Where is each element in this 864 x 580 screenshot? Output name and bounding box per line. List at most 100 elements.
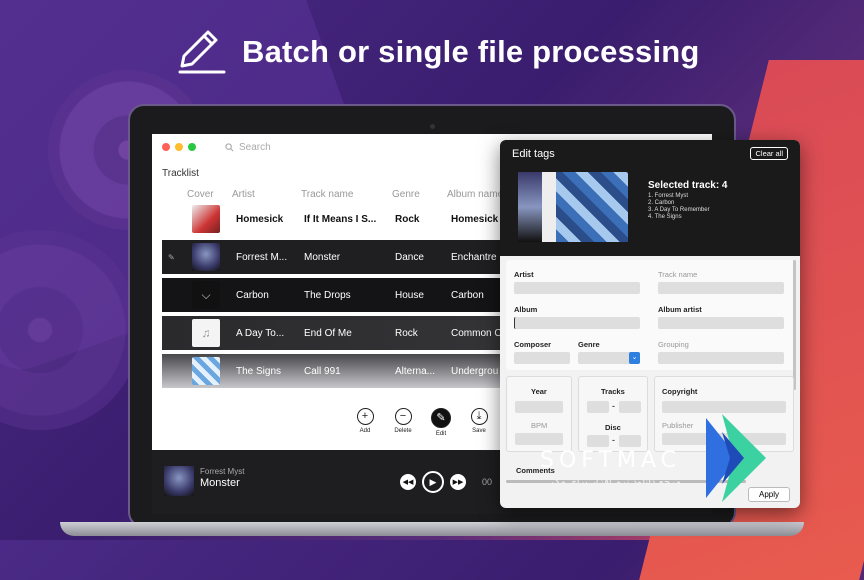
year-card: Year BPM (506, 376, 572, 452)
camera-dot (430, 124, 435, 129)
tracks-label: Tracks (601, 387, 625, 396)
softmac-logo-icon (706, 414, 766, 502)
play-icon: ▶ (429, 476, 437, 487)
selected-item: 4. The Signs (648, 214, 682, 220)
rewind-icon: ◀◀ (402, 479, 414, 486)
album-field[interactable] (514, 317, 640, 329)
close-window-button[interactable] (162, 143, 170, 151)
pencil-icon: ✎ (431, 408, 451, 428)
edit-tags-header: Edit tags Clear all Selected track: 4 1.… (500, 140, 800, 256)
next-button[interactable]: ▶▶ (450, 474, 466, 490)
cell-artist: A Day To... (236, 327, 285, 339)
disc-separator: - (612, 435, 615, 445)
selected-list: 1. Forrest Myst 2. Carbon 3. A Day To Re… (648, 193, 710, 221)
cell-artist: Homesick (236, 213, 284, 225)
cell-genre: Rock (395, 213, 420, 225)
minimize-window-button[interactable] (175, 143, 183, 151)
artist-field[interactable] (514, 282, 640, 294)
previous-button[interactable]: ◀◀ (400, 474, 416, 490)
plus-icon: + (356, 408, 374, 425)
edit-label: Edit (435, 431, 447, 437)
add-button[interactable]: + Add (352, 408, 378, 437)
add-label: Add (359, 428, 371, 434)
track-total-field[interactable] (619, 401, 641, 413)
download-icon: ⤓ (470, 408, 488, 425)
fast-forward-icon: ▶▶ (452, 479, 464, 486)
brand-tagline: مرجع دانلود نرم افزار برای مک (551, 477, 681, 488)
cell-track: Monster (304, 251, 341, 263)
disc-number-field[interactable] (587, 435, 609, 447)
album-cover (192, 357, 220, 385)
save-label: Save (472, 428, 486, 434)
column-header[interactable]: Genre (392, 189, 420, 200)
cell-genre: Dance (395, 251, 424, 263)
track-number-field[interactable] (587, 401, 609, 413)
now-playing-cover (164, 466, 194, 496)
edit-indicator-icon: ✎ (168, 252, 175, 262)
laptop-base (60, 522, 804, 536)
scrollbar[interactable] (793, 260, 796, 390)
selected-item: 3. A Day To Remember (648, 207, 710, 213)
search-placeholder: Search (239, 141, 271, 153)
minus-icon: − (394, 408, 412, 425)
column-header[interactable]: Track name (301, 189, 353, 200)
album-artist-field[interactable] (658, 317, 784, 329)
softmac-brand: SOFTMAC مرجع دانلود نرم افزار برای مک (540, 448, 681, 488)
playback-time: 00 (482, 477, 493, 487)
zoom-window-button[interactable] (188, 143, 196, 151)
search-icon (225, 142, 234, 151)
disc-total-field[interactable] (619, 435, 641, 447)
copyright-label: Copyright (662, 387, 698, 396)
headline: Batch or single file processing (176, 28, 700, 76)
album-artist-label: Album artist (658, 305, 702, 314)
album-cover (192, 243, 220, 271)
chevron-down-icon: ⌄ (629, 352, 640, 364)
genre-label: Genre (578, 340, 600, 349)
year-field[interactable] (515, 401, 563, 413)
cell-genre: Alterna... (395, 365, 436, 377)
composer-field[interactable] (514, 352, 570, 364)
cell-track: End Of Me (304, 327, 352, 339)
column-header[interactable]: Cover (187, 189, 214, 200)
column-header[interactable]: Album name (447, 189, 503, 200)
save-button[interactable]: ⤓ Save (466, 408, 492, 437)
track-name-label: Track name (658, 270, 698, 279)
artwork-stack (518, 172, 628, 242)
bpm-field[interactable] (515, 433, 563, 445)
album-cover: ⌵ (192, 281, 220, 309)
album-cover (192, 205, 220, 233)
delete-label: Delete (394, 428, 412, 434)
album-label: Album (514, 305, 538, 314)
genre-select[interactable]: ⌄ (578, 352, 640, 364)
grouping-field[interactable] (658, 352, 784, 364)
now-playing-track: Monster (200, 477, 240, 489)
cell-genre: House (395, 289, 424, 301)
brand-name: SOFTMAC (540, 448, 681, 473)
tag-fields-card: Artist Track name Album Album artist Com… (506, 260, 794, 370)
search-field[interactable]: Search (225, 142, 271, 153)
publisher-label: Publisher (662, 421, 694, 430)
cell-artist: Carbon (236, 289, 269, 301)
year-label: Year (531, 387, 547, 396)
cell-artist: Forrest M... (236, 251, 288, 263)
now-playing-artist: Forrest Myst (200, 467, 245, 476)
tracks-separator: - (612, 401, 615, 411)
artist-label: Artist (514, 270, 534, 279)
cell-track: If It Means I S... (304, 213, 377, 225)
cell-artist: The Signs (236, 365, 282, 377)
headline-title: Batch or single file processing (242, 34, 700, 69)
clear-all-button[interactable]: Clear all (750, 147, 788, 160)
delete-button[interactable]: − Delete (390, 408, 416, 437)
play-button[interactable]: ▶ (422, 471, 444, 493)
cell-track: Call 991 (304, 365, 341, 377)
edit-button[interactable]: ✎ Edit (428, 408, 454, 437)
selected-item: 1. Forrest Myst (648, 193, 689, 199)
bpm-label: BPM (531, 421, 548, 430)
pencil-icon (178, 30, 226, 74)
disc-label: Disc (605, 423, 621, 432)
album-cover: ♫ (192, 319, 220, 347)
track-name-field[interactable] (658, 282, 784, 294)
panel-title: Edit tags (512, 148, 555, 160)
cell-genre: Rock (395, 327, 418, 339)
column-header[interactable]: Artist (232, 189, 255, 200)
